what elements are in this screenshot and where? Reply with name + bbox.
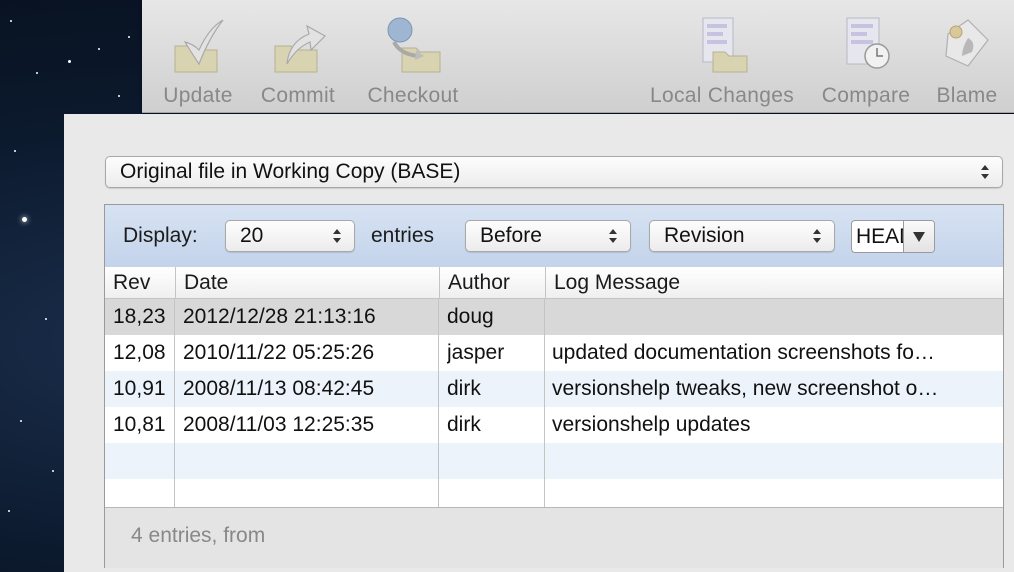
column-header-message[interactable]: Log Message	[545, 267, 1003, 298]
entry-count-popup[interactable]: 20	[225, 220, 355, 252]
status-text: 4 entries, from	[131, 524, 266, 547]
cell-rev: 10,91	[113, 377, 166, 400]
update-button[interactable]: Update	[156, 8, 240, 107]
star	[14, 150, 16, 152]
relation-value: Before	[480, 224, 542, 247]
column-divider	[174, 298, 175, 508]
column-divider	[438, 298, 439, 508]
table-row[interactable]: 18,23 2012/12/28 21:13:16 doug	[105, 299, 1003, 335]
log-table: Rev Date Author Log Message 18,23 2012/1…	[105, 267, 1003, 515]
revision-input[interactable]: HEAD	[852, 221, 904, 252]
star	[98, 48, 100, 50]
column-header-date[interactable]: Date	[175, 267, 439, 298]
star	[10, 20, 12, 22]
entry-count-value: 20	[240, 224, 264, 247]
local-changes-button[interactable]: Local Changes	[642, 8, 802, 107]
cell-date: 2008/11/13 08:42:45	[183, 377, 375, 400]
checkout-button[interactable]: Checkout	[360, 8, 466, 107]
checkout-label: Checkout	[367, 84, 459, 107]
empty-row	[105, 443, 1003, 479]
display-label: Display:	[123, 224, 198, 247]
up-down-arrows-icon	[981, 165, 989, 179]
cell-rev: 18,23	[113, 305, 166, 328]
blame-label: Blame	[936, 84, 998, 107]
local-changes-icon	[702, 17, 748, 73]
cell-date: 2008/11/03 12:25:35	[183, 413, 375, 436]
cell-author: dirk	[447, 413, 481, 436]
filter-bar: Display: 20 entries Before Revision HEA	[105, 205, 1003, 268]
cell-message: updated documentation screenshots fo…	[552, 341, 935, 364]
file-version-value: Original file in Working Copy (BASE)	[120, 160, 461, 183]
update-icon	[174, 19, 224, 73]
cell-rev: 10,81	[113, 413, 166, 436]
main-window: Original file in Working Copy (BASE) Dis…	[64, 114, 1014, 572]
commit-label: Commit	[260, 84, 336, 107]
star	[20, 420, 22, 422]
compare-label: Compare	[821, 84, 911, 107]
kind-value: Revision	[664, 224, 745, 247]
update-label: Update	[163, 84, 233, 107]
checkout-icon	[387, 17, 441, 73]
table-row[interactable]: 12,08 2010/11/22 05:25:26 jasper updated…	[105, 335, 1003, 371]
cell-author: dirk	[447, 377, 481, 400]
column-header-rev[interactable]: Rev	[105, 267, 175, 298]
up-down-arrows-icon	[813, 229, 821, 243]
star	[52, 470, 54, 472]
cell-message: versionshelp tweaks, new screenshot o…	[552, 377, 939, 400]
toolbar: Update Commit Checkout Local Changes Com…	[142, 0, 1014, 113]
cell-date: 2010/11/22 05:25:26	[183, 341, 375, 364]
status-bar: 4 entries, from	[105, 507, 1003, 568]
blame-icon	[945, 19, 989, 67]
chevron-down-icon	[913, 232, 925, 242]
star	[8, 510, 10, 512]
entries-label: entries	[371, 224, 435, 247]
up-down-arrows-icon	[609, 229, 617, 243]
cell-author: jasper	[447, 341, 505, 364]
compare-icon	[846, 17, 890, 69]
commit-button[interactable]: Commit	[254, 8, 342, 107]
revision-dropdown-button[interactable]	[903, 221, 934, 252]
table-header: Rev Date Author Log Message	[105, 267, 1003, 299]
log-panel: Display: 20 entries Before Revision HEA …	[104, 204, 1004, 568]
table-row[interactable]: 10,81 2008/11/03 12:25:35 dirk versionsh…	[105, 407, 1003, 443]
star	[128, 36, 130, 38]
star	[68, 60, 71, 63]
star	[36, 72, 38, 74]
kind-popup[interactable]: Revision	[649, 220, 835, 252]
cell-message: versionshelp updates	[552, 413, 751, 436]
blame-button[interactable]: Blame	[930, 8, 1004, 107]
compare-button[interactable]: Compare	[816, 8, 916, 107]
star	[22, 217, 27, 222]
relation-popup[interactable]: Before	[465, 220, 631, 252]
commit-icon	[274, 24, 326, 73]
file-version-popup[interactable]: Original file in Working Copy (BASE)	[105, 156, 1003, 188]
cell-message	[552, 299, 996, 335]
star	[45, 318, 47, 320]
column-divider	[544, 298, 545, 508]
table-row[interactable]: 10,91 2008/11/13 08:42:45 dirk versionsh…	[105, 371, 1003, 407]
cell-author: doug	[447, 305, 494, 328]
up-down-arrows-icon	[333, 229, 341, 243]
cell-rev: 12,08	[113, 341, 166, 364]
column-header-author[interactable]: Author	[439, 267, 545, 298]
star	[118, 95, 120, 97]
local-changes-label: Local Changes	[650, 84, 794, 107]
cell-date: 2012/12/28 21:13:16	[183, 305, 376, 328]
revision-combo[interactable]: HEAD	[851, 220, 935, 253]
